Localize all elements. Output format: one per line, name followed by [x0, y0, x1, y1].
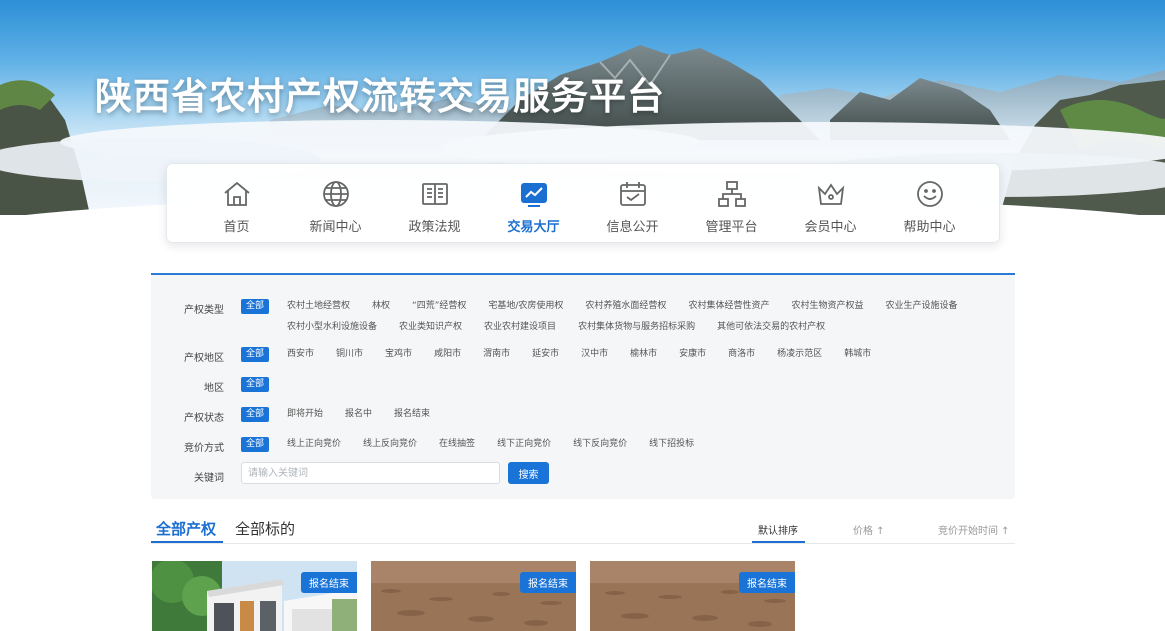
filter-option[interactable]: 延安市: [532, 347, 559, 362]
filter-option[interactable]: 农村土地经营权: [287, 299, 350, 314]
filter-option[interactable]: 线下正向竞价: [497, 437, 551, 452]
filter-row-region: 产权地区 全部 西安市 铜川市 宝鸡市 咸阳市 渭南市 延安市 汉中市 榆林市 安康市 商洛市 杨凌…: [151, 347, 977, 364]
filter-all-button[interactable]: 全部: [241, 377, 270, 392]
filter-all-button[interactable]: 全部: [241, 347, 270, 362]
filter-option[interactable]: 农村养殖水面经营权: [585, 299, 666, 314]
filter-option[interactable]: 线下招投标: [649, 437, 694, 452]
book-icon: [421, 183, 448, 205]
filter-option[interactable]: 即将开始: [287, 407, 323, 422]
status-badge: 报名结束: [739, 572, 795, 593]
nav-label: 帮助中心: [903, 220, 956, 235]
nav-label: 政策法规: [408, 220, 461, 235]
filter-label: 竞价方式: [184, 443, 224, 454]
crown-icon: [817, 183, 844, 205]
filter-option[interactable]: 其他可依法交易的农村产权: [717, 320, 825, 335]
tab-all-targets[interactable]: 全部标的: [235, 518, 295, 539]
filter-option[interactable]: 农业类知识产权: [399, 320, 462, 335]
sort-price[interactable]: 价格 ↑: [853, 522, 885, 537]
filter-option[interactable]: 杨凌示范区: [777, 347, 822, 362]
nav-label: 首页: [223, 220, 250, 235]
nav-item-member[interactable]: 会员中心: [785, 164, 877, 242]
nav-item-help[interactable]: 帮助中心: [884, 164, 976, 242]
listing-card[interactable]: 报名结束: [152, 561, 357, 631]
listing-tabs: 全部产权 全部标的 默认排序 价格 ↑ 竞价开始时间 ↑: [151, 516, 1015, 544]
filter-options: 即将开始 报名中 报名结束: [287, 407, 977, 422]
filter-options: 西安市 铜川市 宝鸡市 咸阳市 渭南市 延安市 汉中市 榆林市 安康市 商洛市 杨凌示范区 韩城市: [287, 347, 977, 362]
nav-label: 管理平台: [705, 220, 758, 235]
filter-label: 产权地区: [184, 353, 224, 364]
site-title: 陕西省农村产权流转交易服务平台: [95, 75, 665, 118]
filter-option[interactable]: 西安市: [287, 347, 314, 362]
nav-item-policy[interactable]: 政策法规: [389, 164, 481, 242]
filter-label: 产权类型: [184, 305, 224, 316]
filter-option[interactable]: 渭南市: [483, 347, 510, 362]
nav-label: 交易大厅: [507, 220, 560, 235]
search-button[interactable]: 搜索: [508, 462, 549, 484]
filter-option[interactable]: 铜川市: [336, 347, 363, 362]
main-nav: 首页 新闻中心 政策法规 交易大厅 信息公开 管理平台 会员中心 帮助中心: [166, 163, 1000, 243]
filter-option[interactable]: 安康市: [679, 347, 706, 362]
keyword-input[interactable]: [241, 462, 500, 484]
filter-option[interactable]: 农业生产设施设备: [885, 299, 957, 314]
filter-option[interactable]: 宅基地/农房使用权: [488, 299, 563, 314]
nav-label: 信息公开: [606, 220, 659, 235]
filter-option[interactable]: 线下反向竞价: [573, 437, 627, 452]
filter-all-button[interactable]: 全部: [241, 437, 270, 452]
filter-option[interactable]: 韩城市: [844, 347, 871, 362]
nav-label: 新闻中心: [309, 220, 362, 235]
filter-option[interactable]: “四荒”经营权: [412, 299, 466, 314]
sort-active-indicator: [752, 541, 805, 543]
org-icon: [717, 181, 746, 207]
nav-label: 会员中心: [804, 220, 857, 235]
keyword-label: 关键词: [194, 473, 224, 484]
filter-option[interactable]: 线上反向竞价: [363, 437, 417, 452]
status-badge: 报名结束: [520, 572, 576, 593]
status-badge: 报名结束: [301, 572, 357, 593]
listing-card[interactable]: 报名结束: [590, 561, 795, 631]
filter-option[interactable]: 宝鸡市: [385, 347, 412, 362]
filter-label: 地区: [204, 383, 224, 394]
filter-row-bidding-method: 竞价方式 全部 线上正向竞价 线上反向竞价 在线抽签 线下正向竞价 线下反向竞价 线下招投…: [151, 437, 977, 454]
nav-item-info[interactable]: 信息公开: [587, 164, 679, 242]
sort-start-time[interactable]: 竞价开始时间 ↑: [938, 522, 1010, 537]
filter-option[interactable]: 农村集体货物与服务招标采购: [578, 320, 695, 335]
filter-option[interactable]: 农村小型水利设施设备: [287, 320, 377, 335]
listing-card[interactable]: 报名结束: [371, 561, 576, 631]
filter-option[interactable]: 农村集体经营性资产: [688, 299, 769, 314]
filter-option[interactable]: 咸阳市: [434, 347, 461, 362]
filter-all-button[interactable]: 全部: [241, 299, 270, 314]
nav-item-trading-hall[interactable]: 交易大厅: [488, 164, 580, 242]
smile-icon: [916, 181, 943, 207]
filter-option[interactable]: 林权: [372, 299, 390, 314]
sort-default[interactable]: 默认排序: [758, 522, 798, 537]
chart-icon: [520, 183, 547, 207]
calendar-icon: [619, 182, 646, 206]
filter-option[interactable]: 报名结束: [394, 407, 430, 422]
filter-option[interactable]: 在线抽签: [439, 437, 475, 452]
globe-icon: [322, 181, 349, 207]
home-icon: [223, 181, 250, 206]
filter-panel: 产权类型 全部 农村土地经营权 林权 “四荒”经营权 宅基地/农房使用权 农村养殖水面经…: [151, 273, 1015, 499]
filter-row-property-type: 产权类型 全部 农村土地经营权 林权 “四荒”经营权 宅基地/农房使用权 农村养殖水面经…: [151, 299, 977, 335]
filter-options: 农村土地经营权 林权 “四荒”经营权 宅基地/农房使用权 农村养殖水面经营权 农村集体经营…: [287, 299, 977, 335]
filter-option[interactable]: 商洛市: [728, 347, 755, 362]
filter-row-status: 产权状态 全部 即将开始 报名中 报名结束: [151, 407, 977, 424]
filter-row-area: 地区 全部: [151, 377, 270, 394]
filter-row-keyword: 关键词: [151, 467, 224, 484]
nav-item-home[interactable]: 首页: [191, 164, 283, 242]
tab-all-property[interactable]: 全部产权: [156, 518, 216, 539]
filter-option[interactable]: 报名中: [345, 407, 372, 422]
filter-options: 线上正向竞价 线上反向竞价 在线抽签 线下正向竞价 线下反向竞价 线下招投标: [287, 437, 977, 452]
nav-item-management[interactable]: 管理平台: [686, 164, 778, 242]
tab-active-indicator: [151, 541, 223, 543]
nav-item-news[interactable]: 新闻中心: [290, 164, 382, 242]
filter-all-button[interactable]: 全部: [241, 407, 270, 422]
filter-label: 产权状态: [184, 413, 224, 424]
filter-option[interactable]: 榆林市: [630, 347, 657, 362]
filter-option[interactable]: 线上正向竞价: [287, 437, 341, 452]
filter-option[interactable]: 农业农村建设项目: [484, 320, 556, 335]
filter-option[interactable]: 农村生物资产权益: [791, 299, 863, 314]
filter-option[interactable]: 汉中市: [581, 347, 608, 362]
